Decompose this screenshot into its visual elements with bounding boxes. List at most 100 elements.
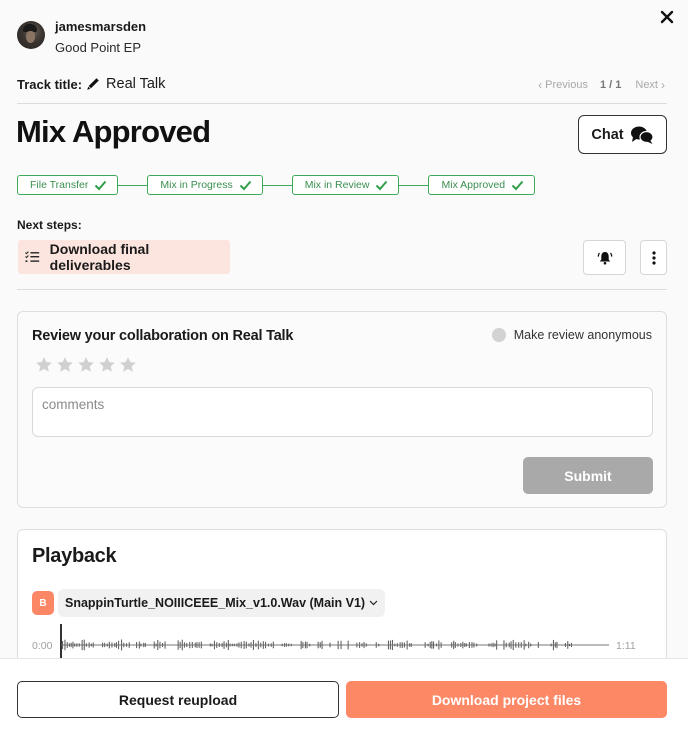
previous-button[interactable]: ‹ Previous [535,78,588,92]
chat-bubbles-icon [630,126,654,144]
waveform-bar [319,642,321,648]
waveform-bar [179,641,181,649]
close-button[interactable] [660,10,674,24]
star-icon[interactable] [35,356,53,374]
chevron-left-icon: ‹ [538,78,543,92]
waveform-bar [245,641,247,649]
waveform-bar [164,641,166,649]
track-title-label: Track title: [17,76,83,92]
waveform-bar [72,641,74,649]
waveform-bar [85,643,87,647]
waveform-bar [186,642,188,648]
waveform-bar [140,643,142,647]
waveform-bar [476,643,478,647]
waveform-bar [556,641,558,649]
next-button[interactable]: Next › [635,78,668,92]
waveform-bar [118,640,120,650]
waveform-bar [494,643,496,647]
waveform-bar [265,641,267,649]
waveform-bar [78,643,80,647]
star-icon[interactable] [119,356,137,374]
waveform-bar [429,641,431,649]
progress-steps: File Transfer Mix in Progress Mix in Rev… [17,175,536,195]
waveform-bar [102,642,104,648]
waveform-bar [108,641,110,649]
waveform-bar [465,643,467,647]
waveform-bar [520,642,522,648]
username: jamesmarsden [55,19,147,34]
waveform-bar [81,640,83,651]
waveform-bar [284,643,286,647]
notification-button[interactable] [583,240,626,275]
waveform-bar [503,640,505,650]
star-icon[interactable] [98,356,116,374]
waveform-bar [83,639,85,651]
waveform-bar [114,643,116,647]
download-project-files-button[interactable]: Download project files [346,681,667,718]
waveform-bar [121,639,123,651]
waveform-bar [218,642,220,647]
waveform-bar [363,641,365,649]
step-connector [262,184,292,186]
waveform-bar [66,642,68,648]
waveform-bar [340,640,342,650]
waveform-bar [433,641,435,649]
footer-actions: Request reupload Download project files [0,658,688,738]
comments-input[interactable] [32,387,653,437]
waveform-bar [424,642,426,648]
waveform-bar [236,643,238,647]
waveform-bar [255,643,257,647]
status-title: Mix Approved [16,114,211,149]
waveform-bar [462,641,464,649]
more-options-button[interactable] [640,240,667,275]
chat-label: Chat [591,126,624,143]
waveform-bar [200,641,202,649]
chat-button[interactable]: Chat [578,115,667,154]
step-mix-in-review: Mix in Review [291,175,400,195]
waveform-bar [359,642,361,648]
next-step-download-deliverables[interactable]: Download final deliverables [18,240,230,274]
waveform-bar [281,643,283,647]
waveform[interactable] [61,634,609,656]
step-label: File Transfer [30,179,89,191]
anonymous-radio[interactable] [491,328,506,342]
star-icon[interactable] [56,356,74,374]
waveform-bar [262,641,264,649]
waveform-bar [490,643,492,647]
check-icon [511,180,524,190]
waveform-bar [550,643,552,647]
anonymous-toggle[interactable]: Make review anonymous [491,328,652,342]
waveform-bar [552,639,554,651]
file-select-dropdown[interactable]: SnappinTurtle_NOIIICEEE_Mix_v1.0.Wav (Ma… [58,589,386,617]
waveform-bar [111,642,113,648]
request-reupload-button[interactable]: Request reupload [17,681,339,718]
audio-player: 0:00 1:11 [32,624,636,660]
check-icon [95,180,107,190]
waveform-bar [505,642,507,648]
waveform-bar [518,642,520,648]
waveform-bar [302,641,304,649]
waveform-bar [260,642,262,648]
submit-button[interactable]: Submit [523,457,653,494]
waveform-bar [451,642,453,648]
waveform-bar [427,643,429,647]
check-icon [239,180,251,190]
waveform-bar [138,641,140,649]
waveform-bar [162,643,164,647]
star-rating[interactable] [35,356,140,374]
waveform-bar [468,642,470,648]
waveform-bar [285,643,287,647]
waveform-bar [454,642,456,648]
waveform-bar [62,641,64,649]
pencil-icon[interactable] [86,77,100,91]
star-icon[interactable] [77,356,95,374]
waveform-bar [409,643,411,647]
waveform-bar [144,643,146,647]
close-icon [660,10,674,24]
waveform-bar [70,642,72,648]
waveform-bar [76,643,78,647]
chevron-right-icon: › [661,78,665,92]
check-icon [376,180,388,190]
waveform-bar [64,639,66,651]
bell-ringing-icon [597,251,612,264]
